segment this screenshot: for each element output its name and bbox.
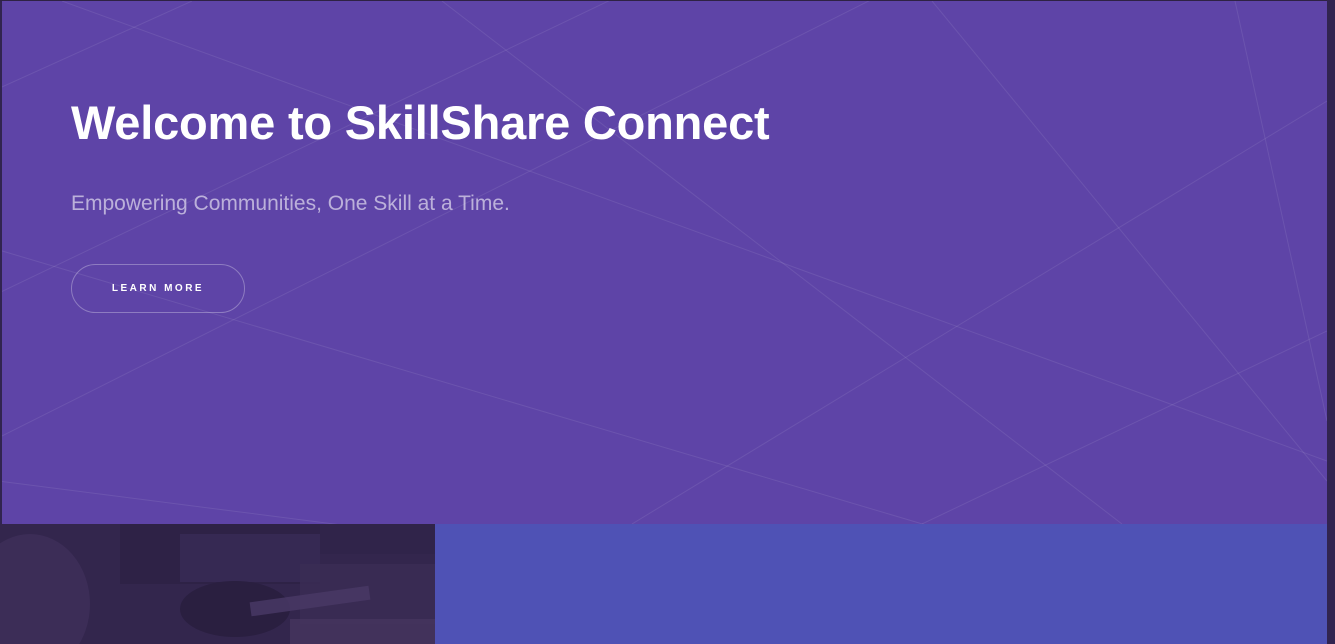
scrollbar-track[interactable] <box>1327 0 1335 644</box>
banner-content: Welcome to SkillShare Connect Empowering… <box>71 93 1071 313</box>
pattern-line <box>931 1 1327 482</box>
hero-banner: Welcome to SkillShare Connect Empowering… <box>2 1 1327 524</box>
banner-line-pattern <box>2 1 1327 524</box>
pattern-line <box>2 1 193 88</box>
banner-title: Welcome to SkillShare Connect <box>71 96 770 149</box>
pattern-line <box>441 1 1123 524</box>
pattern-line <box>1234 1 1327 422</box>
pattern-line <box>2 481 338 524</box>
banner-subtitle: Empowering Communities, One Skill at a T… <box>71 192 510 215</box>
feature-content-panel <box>435 524 1327 644</box>
page: Welcome to SkillShare Connect Empowering… <box>0 0 1335 644</box>
learn-more-button[interactable]: LEARN MORE <box>71 264 245 313</box>
feature-image-tile[interactable] <box>0 524 435 644</box>
pattern-line <box>2 1 870 437</box>
feature-image <box>0 524 435 644</box>
pattern-line <box>61 1 1327 462</box>
pattern-line <box>921 330 1327 524</box>
